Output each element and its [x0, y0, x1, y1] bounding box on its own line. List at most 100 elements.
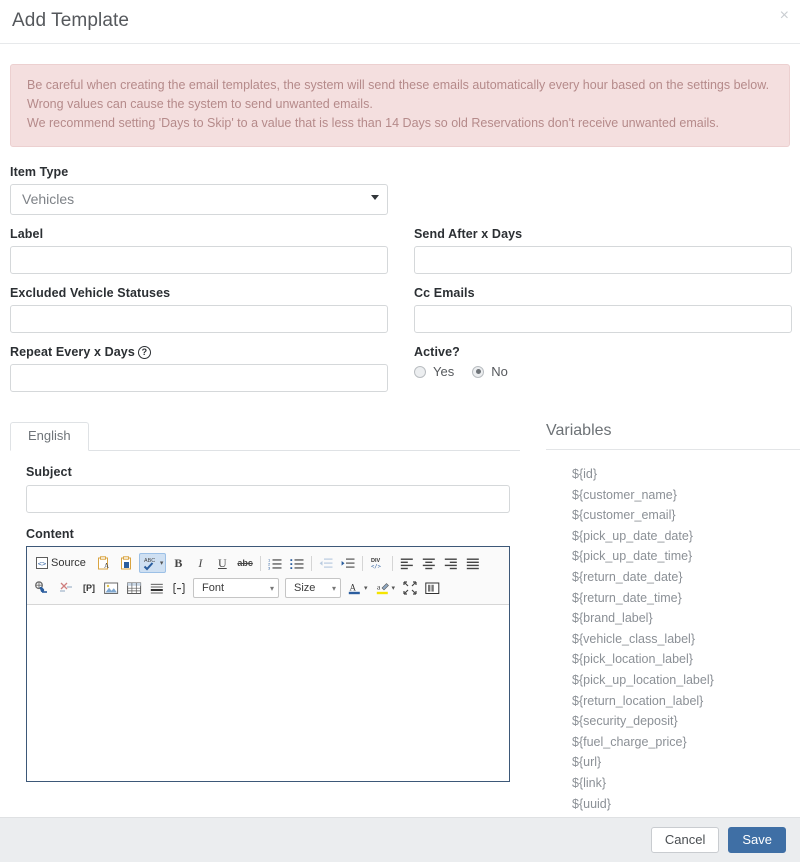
page-break-icon[interactable]: [P]: [79, 578, 99, 598]
list-item: ${return_date_time}: [572, 590, 682, 605]
svg-text:3: 3: [268, 565, 271, 570]
alert-line-3: We recommend setting 'Days to Skip' to a…: [27, 116, 719, 130]
list-item: ${brand_label}: [572, 611, 653, 626]
list-item: ${uuid}: [572, 796, 611, 811]
variables-panel: Variables ${id} ${customer_name} ${custo…: [546, 422, 800, 814]
field-excluded-statuses: Excluded Vehicle Statuses: [10, 286, 388, 333]
repeat-every-input[interactable]: [10, 364, 388, 392]
item-type-select[interactable]: Vehicles: [10, 184, 388, 215]
field-cc-emails: Cc Emails: [414, 286, 792, 333]
form-col-left: Item Type Vehicles: [10, 165, 388, 227]
radio-active-yes[interactable]: Yes: [414, 364, 454, 379]
toolbar-separator: [259, 555, 261, 571]
list-item: ${url}: [572, 755, 602, 770]
decrease-indent-icon[interactable]: [316, 553, 336, 573]
tab-english[interactable]: English: [10, 422, 89, 451]
send-after-input[interactable]: [414, 246, 792, 274]
increase-indent-icon[interactable]: [338, 553, 358, 573]
maximize-icon[interactable]: [400, 578, 420, 598]
label-input[interactable]: [10, 246, 388, 274]
list-item: ${return_location_label}: [572, 693, 704, 708]
list-item: ${customer_email}: [572, 508, 676, 523]
form-col-right: Send After x Days: [414, 227, 792, 286]
form-col-left: Repeat Every x Days?: [10, 345, 388, 404]
warning-alert: Be careful when creating the email templ…: [10, 64, 790, 147]
numbered-list-icon[interactable]: 123: [265, 553, 285, 573]
svg-text:A: A: [104, 562, 109, 570]
show-blocks-icon[interactable]: [422, 578, 443, 598]
paste-text-icon[interactable]: A: [93, 553, 114, 573]
bold-icon[interactable]: B: [168, 553, 188, 573]
list-item: ${return_date_date}: [572, 569, 683, 584]
editor-content-area[interactable]: [27, 605, 509, 781]
italic-icon[interactable]: I: [190, 553, 210, 573]
source-button[interactable]: <> Source: [31, 553, 91, 573]
underline-icon[interactable]: U: [212, 553, 232, 573]
align-center-icon[interactable]: [419, 553, 439, 573]
list-item: ${pick_location_label}: [572, 652, 693, 667]
template-form: Item Type Vehicles Label Send After x Da…: [0, 165, 800, 404]
image-icon[interactable]: [101, 578, 122, 598]
toolbar-separator: [361, 555, 363, 571]
radio-label-no: No: [491, 364, 508, 379]
close-icon[interactable]: ×: [780, 8, 789, 24]
special-character-icon[interactable]: [169, 578, 189, 598]
list-item: ${pick_up_date_date}: [572, 528, 693, 543]
font-size-combo[interactable]: Size ▾: [285, 578, 341, 598]
list-item: ${fuel_charge_price}: [572, 734, 687, 749]
font-family-combo[interactable]: Font ▾: [193, 578, 279, 598]
source-button-label: Source: [51, 557, 86, 569]
cancel-button[interactable]: Cancel: [650, 827, 720, 853]
repeat-every-label: Repeat Every x Days?: [10, 345, 388, 359]
label-field-label: Label: [10, 227, 44, 241]
subject-input[interactable]: [26, 485, 510, 513]
excluded-statuses-input[interactable]: [10, 305, 388, 333]
active-label: Active?: [414, 345, 460, 359]
send-after-label: Send After x Days: [414, 227, 523, 241]
help-circle-icon[interactable]: ?: [137, 346, 151, 359]
chevron-down-icon: ▾: [364, 585, 368, 592]
svg-text:<>: <>: [38, 560, 46, 568]
save-button[interactable]: Save: [728, 827, 786, 853]
chevron-down-icon: ▾: [269, 583, 274, 593]
link-icon[interactable]: [31, 578, 53, 598]
form-row-statuses: Excluded Vehicle Statuses Cc Emails: [10, 286, 792, 345]
font-family-combo-label: Font: [202, 582, 225, 594]
bulleted-list-icon[interactable]: [287, 553, 307, 573]
item-type-label: Item Type: [10, 165, 69, 179]
content-label: Content: [26, 527, 74, 541]
radio-dot-no: [472, 365, 485, 378]
create-div-icon[interactable]: DIV </>: [367, 553, 388, 573]
table-icon[interactable]: [124, 578, 145, 598]
language-tabs: English: [10, 422, 520, 451]
list-item: ${pick_up_date_time}: [572, 549, 693, 564]
paste-from-word-icon[interactable]: [116, 553, 137, 573]
item-type-select-wrap: Vehicles: [10, 184, 388, 215]
cc-emails-label: Cc Emails: [414, 286, 475, 300]
horizontal-rule-icon[interactable]: [147, 578, 167, 598]
list-item: ${customer_name}: [572, 487, 677, 502]
field-send-after: Send After x Days: [414, 227, 792, 274]
svg-text:</>: </>: [371, 564, 382, 570]
list-item: ${pick_up_location_label}: [572, 672, 714, 687]
form-col-left: Label: [10, 227, 388, 286]
align-right-icon[interactable]: [441, 553, 461, 573]
content-block: Content <> Source A ABC ▾ B I U abc 1 2 …: [10, 527, 520, 782]
svg-text:A: A: [350, 583, 357, 593]
background-color-icon[interactable]: a ▾: [373, 578, 399, 598]
spell-check-icon[interactable]: ABC ▾: [138, 553, 167, 573]
form-col-right: Cc Emails: [414, 286, 792, 345]
list-item: ${vehicle_class_label}: [572, 631, 696, 646]
unlink-icon[interactable]: [55, 578, 77, 598]
cc-emails-input[interactable]: [414, 305, 792, 333]
align-left-icon[interactable]: [397, 553, 417, 573]
form-col-right-spacer: [414, 165, 792, 227]
radio-active-no[interactable]: No: [472, 364, 508, 379]
editor-pane: English Subject Content <> Source A ABC …: [10, 422, 520, 814]
strikethrough-icon[interactable]: abc: [234, 553, 256, 573]
subject-block: Subject: [10, 465, 520, 513]
text-color-icon[interactable]: A ▾: [345, 578, 371, 598]
justify-icon[interactable]: [463, 553, 483, 573]
list-item: ${id}: [572, 467, 598, 481]
excluded-statuses-label: Excluded Vehicle Statuses: [10, 286, 171, 300]
